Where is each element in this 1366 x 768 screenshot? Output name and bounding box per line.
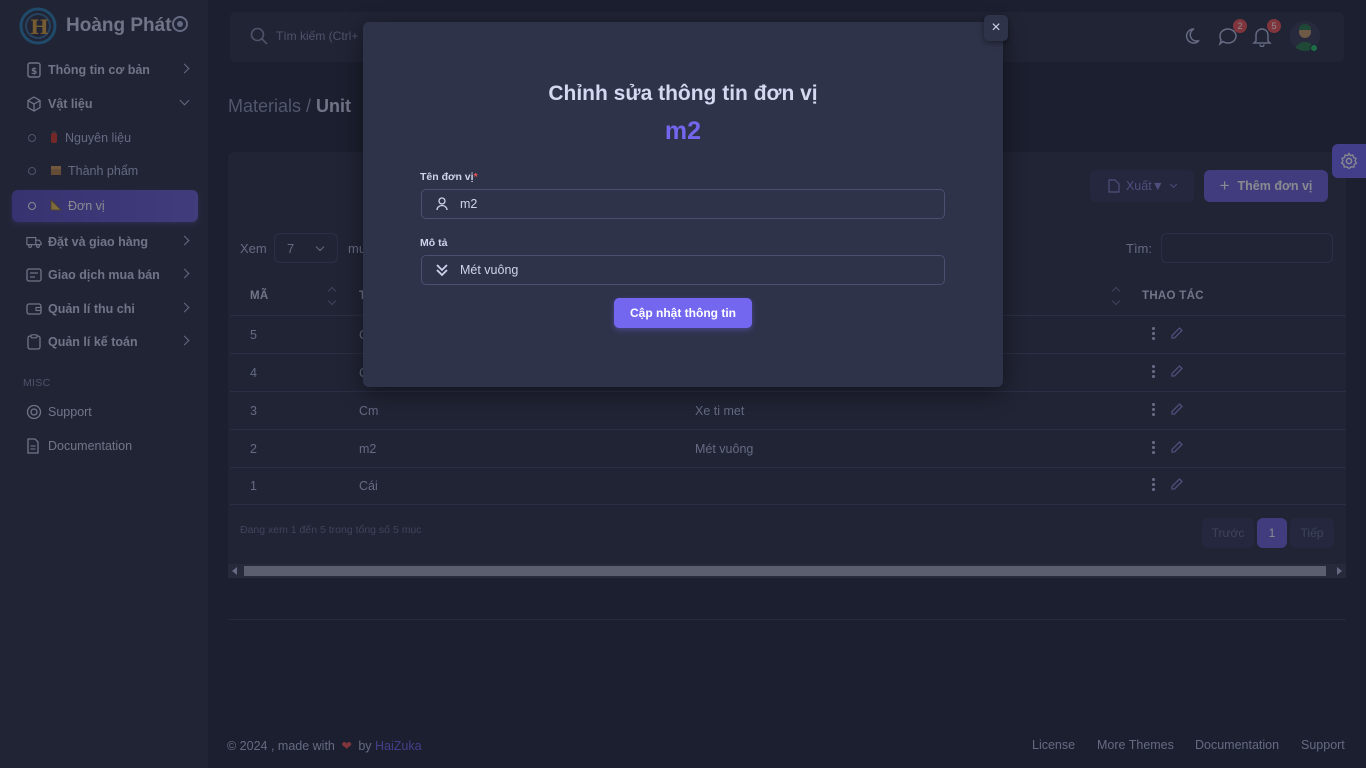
- unit-name-label-text: Tên đơn vị: [420, 171, 474, 183]
- user-icon: [434, 196, 450, 212]
- description-value: Mét vuông: [460, 263, 519, 277]
- unit-name-field[interactable]: m2: [421, 189, 945, 219]
- modal-subtitle: m2: [664, 117, 702, 145]
- required-mark: *: [473, 171, 478, 183]
- update-info-button[interactable]: Cập nhật thông tin: [614, 298, 752, 328]
- unit-name-value: m2: [460, 197, 478, 211]
- unit-name-label: Tên đơn vị*: [420, 171, 478, 183]
- close-icon[interactable]: ×: [984, 15, 1008, 41]
- edit-unit-modal: Chỉnh sửa thông tin đơn vị m2 Tên đơn vị…: [363, 22, 1003, 387]
- chevrons-down-icon: [434, 262, 450, 278]
- description-field[interactable]: Mét vuông: [421, 255, 945, 285]
- description-label: Mô tả: [420, 237, 448, 249]
- modal-title: Chỉnh sửa thông tin đơn vị: [548, 82, 818, 105]
